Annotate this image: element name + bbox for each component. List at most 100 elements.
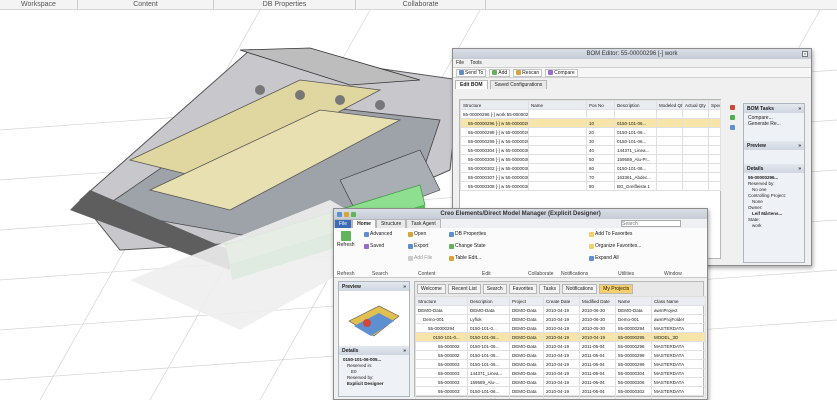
col-actual-qty[interactable]: Actual Qty bbox=[682, 100, 709, 110]
export-button[interactable]: Export bbox=[408, 243, 428, 249]
tab-recent-list[interactable]: Recent List bbox=[447, 284, 481, 294]
table-row[interactable]: 55-00000306 [-] w 55-00000306 50 159589_Al… bbox=[460, 154, 721, 164]
tab-saved-configurations[interactable]: Saved Configurations bbox=[489, 80, 548, 89]
mm-preview-title: Preview bbox=[342, 284, 361, 290]
table-row[interactable]: 55-00000302 [-] w 55-00000302 60 0150-101-… bbox=[460, 163, 721, 173]
organize-favorites-button[interactable]: Organize Favorites... bbox=[589, 243, 641, 249]
table-row[interactable]: 55-000003 144371_Linea... DEMO-Data 2010-04… bbox=[415, 368, 706, 378]
table-row[interactable]: 55-000003 159589_Alu-... DEMO-Data 2010-04-… bbox=[415, 377, 706, 387]
col-description[interactable]: Description bbox=[614, 100, 657, 110]
tab-favorites[interactable]: Favorites bbox=[508, 284, 538, 294]
table-cell bbox=[528, 154, 587, 164]
col-create-date[interactable]: Create Date bbox=[543, 296, 580, 306]
nav-content[interactable]: Content bbox=[78, 0, 214, 9]
table-edit-button[interactable]: Table Edit... bbox=[449, 255, 481, 261]
table-row[interactable]: 55-00000296 [-] w 55-00000296 10 0150-101-… bbox=[460, 118, 721, 128]
collapse-icon[interactable]: » bbox=[798, 166, 801, 172]
table-cell: 55-00000296 bbox=[615, 341, 652, 351]
nav-workspace[interactable]: Workspace bbox=[0, 0, 78, 9]
stop-icon[interactable] bbox=[730, 105, 735, 110]
tab-task-agent[interactable]: Task Agent bbox=[406, 219, 441, 228]
tab-my-projects[interactable]: My Projects bbox=[599, 284, 634, 294]
add-file-button[interactable]: Add File bbox=[408, 255, 432, 261]
nav-db-properties[interactable]: DB Properties bbox=[214, 0, 356, 9]
nav-collaborate[interactable]: Collaborate bbox=[356, 0, 486, 9]
menu-tools[interactable]: Tools bbox=[470, 60, 482, 66]
collapse-icon[interactable]: » bbox=[798, 143, 801, 149]
bom-preview-header: Preview » bbox=[744, 141, 804, 150]
compare-button[interactable]: Compare bbox=[545, 68, 578, 77]
table-cell bbox=[656, 154, 683, 164]
tab-notifications[interactable]: Notifications bbox=[561, 284, 598, 294]
open-button[interactable]: Open bbox=[408, 231, 426, 237]
expand-all-button[interactable]: Expand All bbox=[589, 255, 619, 261]
col-class-name[interactable]: Class Name bbox=[651, 296, 706, 306]
saved-search-button[interactable]: Saved bbox=[364, 243, 384, 249]
col-pos-no[interactable]: Pos No bbox=[586, 100, 615, 110]
add-button[interactable]: Add bbox=[489, 68, 511, 77]
table-cell: 2011-05-04 bbox=[579, 377, 616, 387]
app-icon[interactable] bbox=[337, 211, 342, 217]
model-manager-window: Creo Elements/Direct Model Manager (Expl… bbox=[333, 208, 708, 400]
table-row[interactable]: 55-00000298 [-] w 55-00000298 20 0150-101-… bbox=[460, 127, 721, 137]
table-row[interactable]: 55-00000299 [-] w 55-00000299 30 0150-101-… bbox=[460, 136, 721, 146]
table-row[interactable]: 55-000003 163361_Abde... DEMO-Data 2010-04-… bbox=[415, 395, 706, 399]
col-name[interactable]: Name bbox=[528, 100, 587, 110]
table-cell: MASTERDATA bbox=[651, 386, 706, 396]
col-name[interactable]: Name bbox=[615, 296, 652, 306]
go-icon[interactable] bbox=[730, 115, 735, 120]
rescan-button[interactable]: Rescan bbox=[513, 68, 543, 77]
col-spec[interactable]: Spec bbox=[708, 100, 721, 110]
col-structure[interactable]: Structure bbox=[460, 100, 529, 110]
table-cell bbox=[708, 172, 721, 182]
refresh-button[interactable]: Refresh bbox=[337, 231, 355, 248]
col-description[interactable]: Description bbox=[467, 296, 510, 306]
save-icon[interactable] bbox=[351, 211, 356, 217]
col-modified-date[interactable]: Modified Date bbox=[579, 296, 616, 306]
table-cell: Demo-001 bbox=[415, 314, 468, 324]
organize-favorites-label: Organize Favorites... bbox=[595, 243, 642, 249]
refresh-icon bbox=[340, 231, 351, 241]
tab-welcome[interactable]: Welcome bbox=[417, 284, 446, 294]
tab-search[interactable]: Search bbox=[482, 284, 507, 294]
collapse-icon[interactable]: » bbox=[798, 106, 801, 112]
table-row[interactable]: DEMO-Data DEMO-Data DEMO-Data 2010-04-19 201… bbox=[415, 305, 706, 315]
table-row[interactable]: 55-00000307 [-] w 55-00000307 70 163361_Ab… bbox=[460, 172, 721, 182]
table-row[interactable]: 55-000003 0150-101-06... DEMO-Data 2010-04-… bbox=[415, 359, 706, 369]
tab-structure[interactable]: Structure bbox=[375, 219, 407, 228]
folder-icon[interactable] bbox=[344, 211, 349, 217]
change-state-button[interactable]: Change State bbox=[449, 243, 486, 249]
collapse-icon[interactable]: » bbox=[403, 348, 406, 354]
tab-home[interactable]: Home bbox=[352, 219, 376, 228]
table-row[interactable]: 55-00000308 [-] w 55-00000308 80 BG_Greifl… bbox=[460, 181, 721, 191]
table-row[interactable]: 55-00000296 [-] work 55-00000294 bbox=[460, 109, 721, 119]
send-to-button[interactable]: Send To bbox=[456, 68, 487, 77]
table-cell: 80 bbox=[586, 181, 615, 191]
collapse-icon[interactable]: » bbox=[403, 284, 406, 290]
bom-menubar: File Tools bbox=[453, 59, 811, 67]
table-row[interactable]: 55-000002 0150-101-06... DEMO-Data 2010-04-… bbox=[415, 341, 706, 351]
info-icon[interactable] bbox=[730, 125, 735, 130]
tab-tasks[interactable]: Tasks bbox=[539, 284, 560, 294]
search-input[interactable] bbox=[621, 220, 681, 227]
table-row[interactable]: 55-000003 0150-101-06... DEMO-Data 2010-04-… bbox=[415, 386, 706, 396]
table-row[interactable]: 55-00000294 0150-101-0... DEMO-Data 2010-04… bbox=[415, 323, 706, 333]
advanced-search-button[interactable]: Advanced bbox=[364, 231, 392, 237]
table-row[interactable]: 55-00000304 [-] w 55-00000304 40 144371_Li… bbox=[460, 145, 721, 155]
menu-file[interactable]: File bbox=[456, 60, 464, 66]
close-icon[interactable]: × bbox=[802, 51, 808, 57]
col-structure[interactable]: Structure bbox=[415, 296, 468, 306]
tab-file[interactable]: File bbox=[334, 219, 353, 228]
add-to-favorites-button[interactable]: Add To Favorites bbox=[589, 231, 632, 237]
table-row[interactable]: Demo-001 Lyflok DEMO-Data 2010-04-19 2010-06… bbox=[415, 314, 706, 324]
table-cell: 10 bbox=[586, 118, 615, 128]
table-cell bbox=[656, 172, 683, 182]
table-row[interactable]: 55-000002 0150-101-06... DEMO-Data 2010-04-… bbox=[415, 350, 706, 360]
table-cell bbox=[682, 109, 709, 119]
task-generate[interactable]: Generate Re... bbox=[748, 121, 800, 127]
table-row[interactable]: 0150-101-0... 0150-101-06... DEMO-Data 2010… bbox=[415, 332, 706, 342]
db-properties-button[interactable]: DB Properties bbox=[449, 231, 486, 237]
tab-edit-bom[interactable]: Edit BOM bbox=[455, 80, 488, 89]
col-modeled-qty[interactable]: Modeled Qty bbox=[656, 100, 683, 110]
col-project[interactable]: Project bbox=[509, 296, 544, 306]
